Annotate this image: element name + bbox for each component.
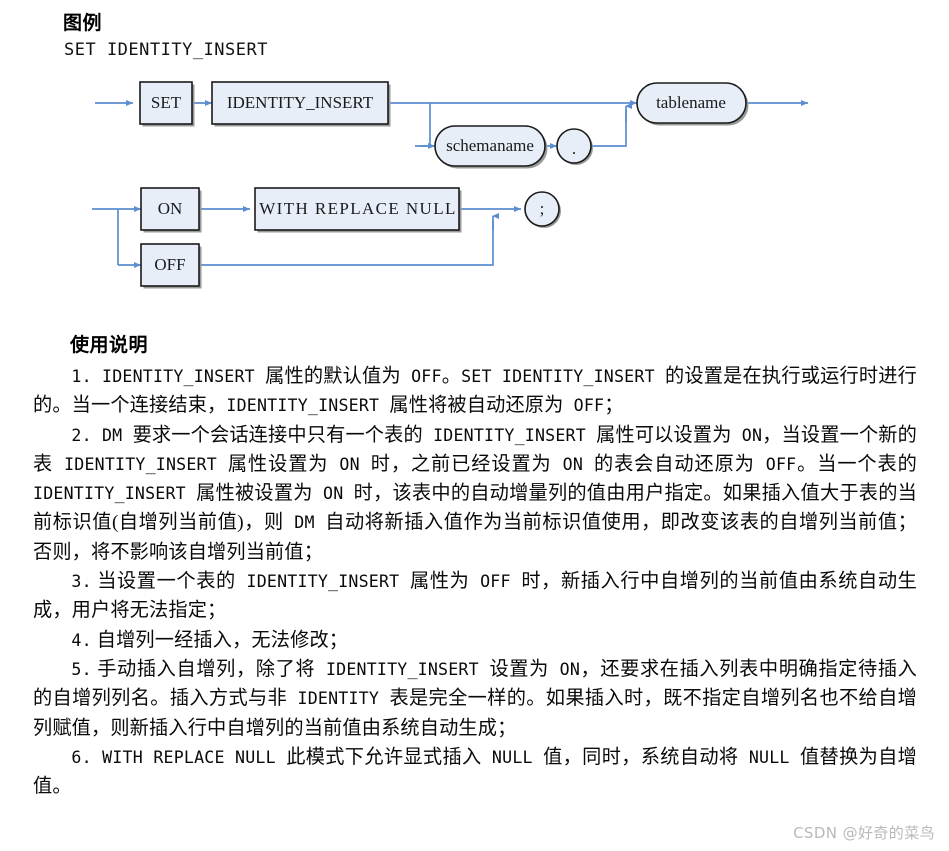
usage-note-code: SET IDENTITY_INSERT [461,367,665,386]
syntax-title: SET IDENTITY_INSERT [64,40,268,60]
usage-note-text: 值，同时，系统自动将 [543,746,739,768]
usage-note-code: ON [731,425,763,445]
usage-note-code: IDENTITY_INSERT [315,659,490,679]
usage-note-code: DM [283,513,326,533]
usage-note-code: OFF [400,367,442,386]
usage-note-code: OFF [563,396,605,416]
diagram-node-tablename: tablename [636,82,749,126]
usage-note-number: 4. [71,630,92,650]
usage-note-code: IDENTITY_INSERT [422,425,597,445]
svg-text:IDENTITY_INSERT: IDENTITY_INSERT [227,93,374,112]
legend-heading: 图例 [63,12,103,34]
svg-text:tablename: tablename [656,93,726,112]
usage-note-text: 的表会自动还原为 [593,453,755,475]
usage-note-number: 2. [71,425,92,445]
usage-note-code: IDENTITY [287,689,390,709]
svg-text:ON: ON [158,199,183,218]
usage-note-text: 时，之前已经设置为 [370,453,552,475]
page-root: 图例 SET IDENTITY_INSERT SET IDENTITY_INSE… [0,0,949,851]
usage-note-code: OFF [754,454,797,474]
diagram-node-schemaname: schemaname [434,125,548,169]
usage-note-text: 要求一个会话连接中只有一个表的 [132,424,423,446]
usage-notes-list: 1. IDENTITY_INSERT 属性的默认值为 OFF。SET IDENT… [33,362,917,801]
usage-note-text: 属性设置为 [227,453,329,475]
diagram-node-with-replace-null: WITH REPLACE NULL [254,187,462,233]
diagram-node-set: SET [139,81,195,127]
usage-note-item: 1. IDENTITY_INSERT 属性的默认值为 OFF。SET IDENT… [33,362,917,421]
usage-note-number: 1. [71,367,92,386]
usage-note-code: IDENTITY_INSERT [235,572,411,592]
diagram-node-identity-insert: IDENTITY_INSERT [211,81,391,127]
usage-note-text: 此模式下允许显式插入 [286,746,482,768]
svg-text:WITH REPLACE NULL: WITH REPLACE NULL [259,199,457,218]
svg-text:.: . [572,139,576,158]
usage-note-number: 6. [71,747,92,767]
svg-text:SET: SET [151,93,182,112]
usage-note-text: 属性为 [410,571,470,593]
usage-note-code: WITH REPLACE NULL [91,747,287,767]
usage-note-text: 设置为 [489,658,549,680]
svg-text:OFF: OFF [154,255,185,274]
syntax-railroad-diagram: SET IDENTITY_INSERT schemaname . tablena… [0,70,949,300]
usage-heading: 使用说明 [70,334,149,356]
usage-note-item: 5. 手动插入自增列，除了将 IDENTITY_INSERT 设置为 ON，还要… [33,655,917,743]
usage-note-code: ON [328,454,371,474]
usage-note-code: ON [312,484,354,504]
svg-text:;: ; [540,199,545,218]
usage-note-item: 3. 当设置一个表的 IDENTITY_INSERT 属性为 OFF 时，新插入… [33,567,917,626]
usage-note-code: NULL [481,747,544,767]
usage-note-code: ON [551,454,594,474]
usage-note-text: 自增列一经插入，无法修改； [91,629,349,651]
usage-note-text: 属性可以设置为 [596,424,732,446]
usage-note-text: 手动插入自增列，除了将 [91,658,316,680]
usage-note-text: 。 [441,366,462,387]
usage-note-text: 属性将被自动还原为 [389,395,564,417]
usage-note-code: ON [548,659,581,679]
diagram-node-dot: . [556,128,593,165]
usage-note-number: 3. [71,572,92,592]
diagram-node-off: OFF [140,243,202,289]
usage-note-code: IDENTITY_INSERT [53,454,228,474]
usage-note-text: 。当一个表的 [796,453,917,475]
usage-note-text: 属性的默认值为 [265,366,401,387]
usage-note-code: DM [91,425,133,445]
usage-note-text: ； [604,395,624,417]
usage-note-item: 6. WITH REPLACE NULL 此模式下允许显式插入 NULL 值，同… [33,743,917,802]
usage-note-code: NULL [738,747,800,767]
usage-note-text: 属性被设置为 [196,483,313,505]
svg-text:schemaname: schemaname [446,136,534,155]
diagram-node-on: ON [140,187,202,233]
csdn-watermark: CSDN @好奇的菜鸟 [793,824,935,842]
usage-note-item: 2. DM 要求一个会话连接中只有一个表的 IDENTITY_INSERT 属性… [33,421,917,567]
usage-note-number: 5. [71,659,92,679]
usage-note-code: IDENTITY_INSERT [226,396,390,416]
usage-note-text: 当设置一个表的 [91,571,236,593]
usage-note-item: 4. 自增列一经插入，无法修改； [33,626,917,655]
usage-note-code: OFF [469,572,522,592]
usage-note-code: IDENTITY_INSERT [91,367,266,386]
diagram-node-semicolon: ; [524,191,561,228]
usage-note-code: IDENTITY_INSERT [33,484,197,504]
